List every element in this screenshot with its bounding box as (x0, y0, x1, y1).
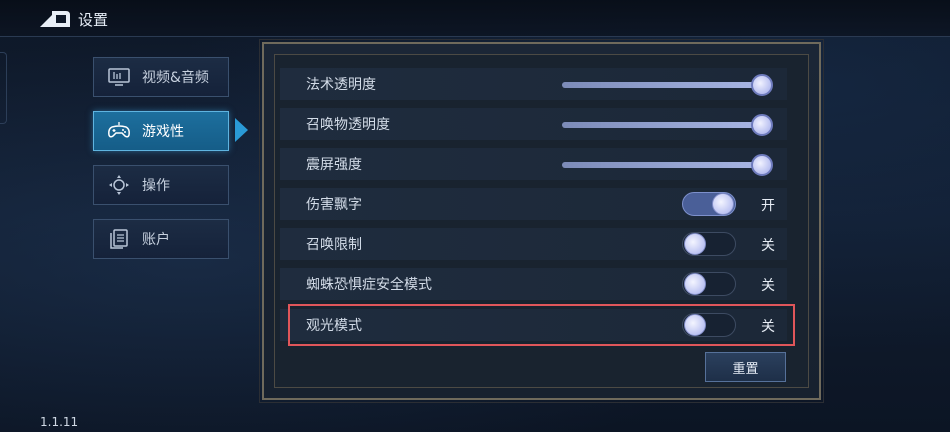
spell-opacity-slider[interactable] (562, 74, 773, 96)
sidebar-item-label: 游戏性 (142, 124, 184, 140)
damage-numbers-toggle[interactable] (682, 192, 736, 216)
setting-label: 召唤物透明度 (306, 117, 390, 133)
toggle-knob (684, 233, 706, 255)
toggle-knob (712, 193, 734, 215)
setting-row-summon-limit: 召唤限制 关 (280, 228, 787, 260)
setting-label: 法术透明度 (306, 77, 376, 93)
highlight-box (288, 304, 795, 346)
sidebar-item-label: 视频&音频 (142, 70, 209, 86)
summon-limit-toggle[interactable] (682, 232, 736, 256)
version-label: 1.1.11 (40, 415, 79, 429)
dpad-icon (108, 175, 130, 195)
setting-row-spell-opacity: 法术透明度 (280, 68, 787, 100)
edge-handle[interactable] (0, 52, 7, 124)
toggle-state-text: 关 (761, 278, 775, 294)
back-icon (40, 11, 70, 27)
setting-label: 伤害飘字 (306, 197, 362, 213)
top-bar: 设置 (0, 0, 950, 37)
slider-knob[interactable] (751, 114, 773, 136)
setting-label: 震屏强度 (306, 157, 362, 173)
reset-button[interactable]: 重置 (705, 352, 786, 382)
setting-row-arachnophobia-mode: 蜘蛛恐惧症安全模式 关 (280, 268, 787, 300)
slider-knob[interactable] (751, 74, 773, 96)
slider-fill (562, 122, 762, 128)
document-icon (108, 229, 130, 249)
slider-fill (562, 82, 762, 88)
toggle-state-text: 关 (761, 238, 775, 254)
toggle-state-text: 开 (761, 198, 775, 214)
setting-row-summon-opacity: 召唤物透明度 (280, 108, 787, 140)
sidebar-item-account[interactable]: 账户 (93, 219, 229, 259)
monitor-icon (108, 68, 130, 86)
sidebar-item-video-audio[interactable]: 视频&音频 (93, 57, 229, 97)
sidebar-item-gameplay[interactable]: 游戏性 (93, 111, 229, 151)
settings-screen: 设置 视频&音频 游戏性 操作 账户 1.1.11 法术透明度 召唤物透明度 震… (0, 0, 950, 432)
sidebar-item-controls[interactable]: 操作 (93, 165, 229, 205)
gamepad-icon (108, 122, 130, 140)
sidebar-item-label: 操作 (142, 178, 170, 194)
setting-label: 蜘蛛恐惧症安全模式 (306, 277, 432, 293)
back-button[interactable] (38, 9, 72, 29)
toggle-knob (684, 273, 706, 295)
summon-opacity-slider[interactable] (562, 114, 773, 136)
sidebar-item-label: 账户 (142, 232, 170, 248)
page-title: 设置 (78, 11, 109, 29)
setting-row-screen-shake: 震屏强度 (280, 148, 787, 180)
slider-knob[interactable] (751, 154, 773, 176)
slider-fill (562, 162, 762, 168)
setting-row-damage-numbers: 伤害飘字 开 (280, 188, 787, 220)
active-indicator-arrow (235, 118, 248, 142)
setting-label: 召唤限制 (306, 237, 362, 253)
screen-shake-slider[interactable] (562, 154, 773, 176)
arachnophobia-mode-toggle[interactable] (682, 272, 736, 296)
